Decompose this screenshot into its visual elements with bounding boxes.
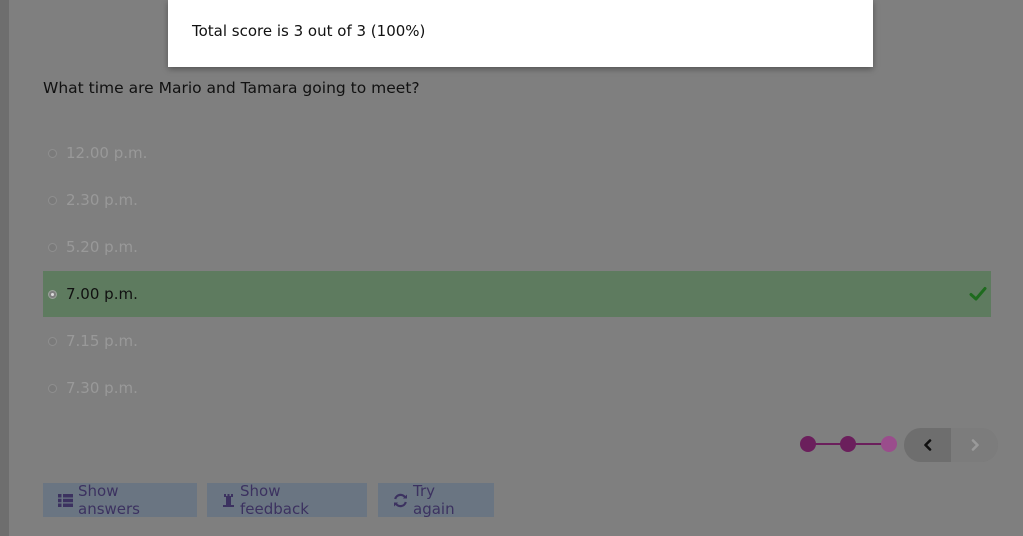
question-text: What time are Mario and Tamara going to … bbox=[43, 79, 420, 97]
next-button[interactable] bbox=[951, 428, 998, 462]
radio-button[interactable] bbox=[48, 148, 57, 158]
show-feedback-label: Show feedback bbox=[240, 482, 309, 518]
progress-indicator bbox=[800, 436, 897, 452]
radio-button[interactable] bbox=[48, 336, 57, 346]
answer-label: 7.30 p.m. bbox=[66, 379, 138, 397]
show-answers-label: Show answers bbox=[78, 482, 140, 518]
answer-label: 5.20 p.m. bbox=[66, 238, 138, 256]
progress-dot-current[interactable] bbox=[881, 436, 897, 452]
progress-dot[interactable] bbox=[800, 436, 816, 452]
radio-button[interactable] bbox=[48, 242, 57, 252]
checkmark-icon bbox=[969, 287, 987, 301]
answer-option[interactable]: 7.30 p.m. bbox=[43, 365, 991, 411]
try-again-label: Try again bbox=[413, 482, 455, 518]
radio-button-selected[interactable] bbox=[48, 289, 57, 299]
radio-button[interactable] bbox=[48, 195, 57, 205]
answer-option[interactable]: 12.00 p.m. bbox=[43, 130, 991, 176]
question-navigation bbox=[904, 428, 998, 462]
answer-option[interactable]: 5.20 p.m. bbox=[43, 224, 991, 270]
left-border bbox=[0, 0, 9, 536]
show-feedback-button[interactable]: Show feedback bbox=[207, 482, 367, 518]
try-again-button[interactable]: Try again bbox=[378, 482, 494, 518]
progress-dot[interactable] bbox=[840, 436, 856, 452]
answer-option[interactable]: 7.15 p.m. bbox=[43, 318, 991, 364]
chevron-right-icon bbox=[971, 439, 979, 451]
show-answers-button[interactable]: Show answers bbox=[43, 482, 197, 518]
answer-label: 12.00 p.m. bbox=[66, 144, 148, 162]
refresh-icon bbox=[393, 493, 408, 508]
answer-label: 7.15 p.m. bbox=[66, 332, 138, 350]
answer-label: 7.00 p.m. bbox=[66, 285, 138, 303]
feedback-icon bbox=[222, 493, 235, 507]
answer-option-correct[interactable]: 7.00 p.m. bbox=[43, 271, 991, 317]
answer-option[interactable]: 2.30 p.m. bbox=[43, 177, 991, 223]
chevron-left-icon bbox=[923, 439, 931, 451]
radio-button[interactable] bbox=[48, 383, 57, 393]
score-text: Total score is 3 out of 3 (100%) bbox=[192, 22, 426, 40]
list-icon bbox=[58, 493, 73, 507]
previous-button[interactable] bbox=[904, 428, 951, 462]
score-popup: Total score is 3 out of 3 (100%) bbox=[168, 0, 873, 67]
answer-label: 2.30 p.m. bbox=[66, 191, 138, 209]
